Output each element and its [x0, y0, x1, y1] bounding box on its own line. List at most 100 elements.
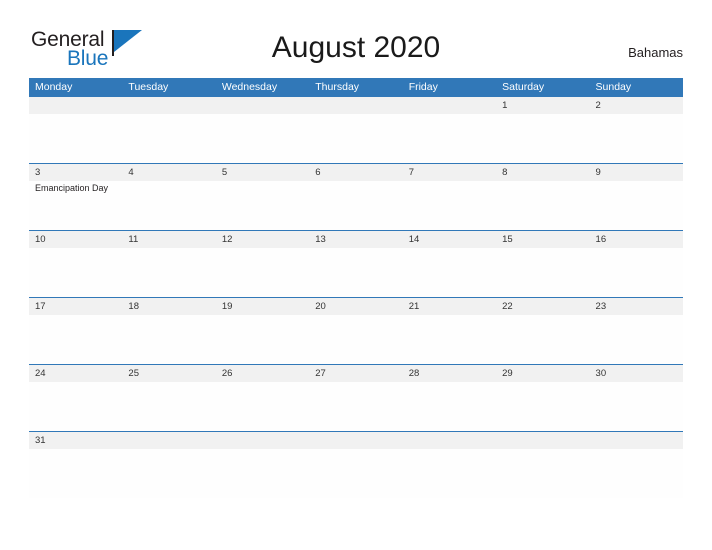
calendar-week-row: 17 18 19 20 21 22 23: [29, 297, 683, 364]
day-event: [309, 181, 402, 230]
day-event: [122, 449, 215, 498]
day-event: [496, 114, 589, 163]
day-event: [216, 248, 309, 297]
calendar-week-row: 1 2: [29, 96, 683, 163]
day-event: [29, 114, 122, 163]
day-event: [216, 315, 309, 364]
day-event: [590, 315, 683, 364]
day-number[interactable]: 6: [309, 164, 402, 181]
day-number[interactable]: [309, 97, 402, 114]
day-event: [29, 382, 122, 431]
day-event: [309, 114, 402, 163]
day-number[interactable]: [29, 97, 122, 114]
day-event: [216, 449, 309, 498]
day-number[interactable]: 26: [216, 365, 309, 382]
day-event: [590, 114, 683, 163]
day-number[interactable]: [403, 432, 496, 449]
day-number[interactable]: [122, 97, 215, 114]
day-event: [122, 248, 215, 297]
day-number[interactable]: 4: [122, 164, 215, 181]
day-number[interactable]: 11: [122, 231, 215, 248]
day-number[interactable]: 1: [496, 97, 589, 114]
day-number[interactable]: [496, 432, 589, 449]
calendar-page: General Blue August 2020 Bahamas Monday …: [0, 0, 712, 550]
day-event: [590, 382, 683, 431]
day-event: [403, 449, 496, 498]
calendar-week-row: 31: [29, 431, 683, 498]
day-event: [496, 181, 589, 230]
day-event: Emancipation Day: [35, 183, 109, 193]
day-number[interactable]: [590, 432, 683, 449]
page-title: August 2020: [271, 31, 441, 64]
day-number[interactable]: 2: [590, 97, 683, 114]
day-number[interactable]: 8: [496, 164, 589, 181]
day-number[interactable]: 21: [403, 298, 496, 315]
day-number[interactable]: 17: [29, 298, 122, 315]
day-number[interactable]: 18: [122, 298, 215, 315]
week-date-strip: 31: [29, 432, 683, 449]
day-event: [29, 315, 122, 364]
day-number[interactable]: 19: [216, 298, 309, 315]
week-event-area: [29, 248, 683, 297]
day-event: [590, 181, 683, 230]
day-number[interactable]: 7: [403, 164, 496, 181]
day-event: [496, 248, 589, 297]
day-number[interactable]: 29: [496, 365, 589, 382]
day-number[interactable]: 25: [122, 365, 215, 382]
day-number[interactable]: 5: [216, 164, 309, 181]
weekday-header-sunday: Sunday: [595, 81, 632, 93]
week-event-area: Emancipation Day: [29, 181, 683, 230]
day-number[interactable]: 15: [496, 231, 589, 248]
weekday-header-monday: Monday: [35, 81, 73, 93]
day-number[interactable]: 10: [29, 231, 122, 248]
day-event: [309, 315, 402, 364]
week-date-strip: 17 18 19 20 21 22 23: [29, 298, 683, 315]
day-event: [496, 382, 589, 431]
calendar-week-row: 3 4 5 6 7 8 9 Emancipation Day: [29, 163, 683, 230]
day-event: [496, 315, 589, 364]
week-event-area: [29, 315, 683, 364]
week-event-area: [29, 449, 683, 498]
day-number[interactable]: 16: [590, 231, 683, 248]
calendar-week-row: 10 11 12 13 14 15 16: [29, 230, 683, 297]
page-header: General Blue August 2020 Bahamas: [0, 0, 712, 78]
day-number[interactable]: [216, 432, 309, 449]
day-number[interactable]: [309, 432, 402, 449]
day-number[interactable]: 9: [590, 164, 683, 181]
day-number[interactable]: 27: [309, 365, 402, 382]
week-date-strip: 10 11 12 13 14 15 16: [29, 231, 683, 248]
day-event: [122, 114, 215, 163]
day-number[interactable]: [122, 432, 215, 449]
day-number[interactable]: 20: [309, 298, 402, 315]
day-number[interactable]: 31: [29, 432, 122, 449]
day-number[interactable]: 3: [29, 164, 122, 181]
week-date-strip: 24 25 26 27 28 29 30: [29, 365, 683, 382]
day-number[interactable]: 23: [590, 298, 683, 315]
day-number[interactable]: 22: [496, 298, 589, 315]
day-number[interactable]: [216, 97, 309, 114]
day-number[interactable]: 28: [403, 365, 496, 382]
day-event: [496, 449, 589, 498]
day-event: [216, 181, 309, 230]
day-number[interactable]: 24: [29, 365, 122, 382]
weekday-header-wednesday: Wednesday: [221, 81, 278, 93]
day-event: [216, 382, 309, 431]
day-event: [29, 248, 122, 297]
day-event: [309, 449, 402, 498]
week-event-area: [29, 114, 683, 163]
day-event: [403, 248, 496, 297]
day-event: [403, 382, 496, 431]
day-event: [590, 248, 683, 297]
day-number[interactable]: 14: [403, 231, 496, 248]
week-event-area: [29, 382, 683, 431]
day-event: [122, 382, 215, 431]
day-event: [403, 181, 496, 230]
week-date-strip: 3 4 5 6 7 8 9: [29, 164, 683, 181]
day-number[interactable]: 13: [309, 231, 402, 248]
day-number[interactable]: 12: [216, 231, 309, 248]
day-number[interactable]: 30: [590, 365, 683, 382]
day-number[interactable]: [403, 97, 496, 114]
weekday-header-friday: Friday: [408, 81, 438, 93]
day-event: [309, 248, 402, 297]
country-label: Bahamas: [628, 45, 683, 60]
